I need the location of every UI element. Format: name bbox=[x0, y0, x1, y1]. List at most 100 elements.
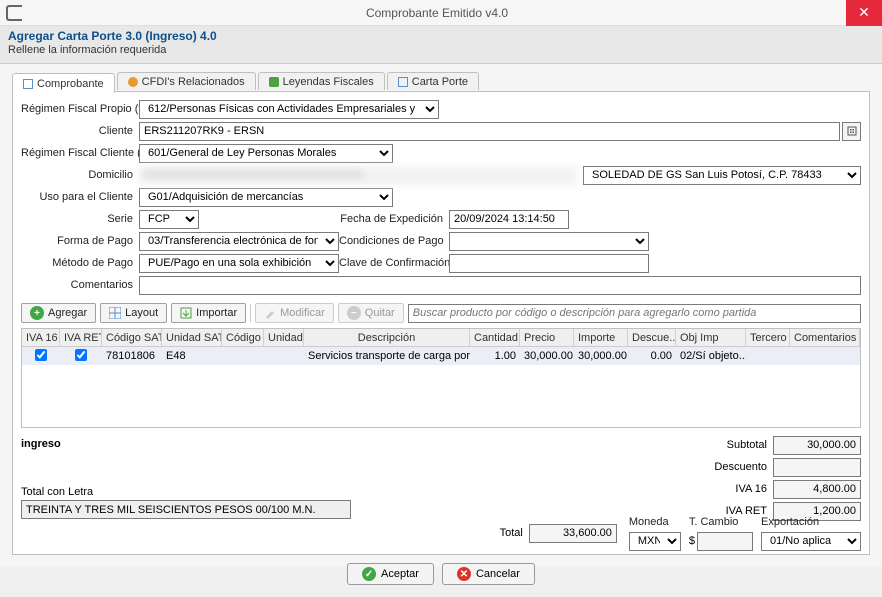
doc-icon bbox=[23, 79, 33, 89]
label-forma-pago: Forma de Pago bbox=[21, 235, 139, 247]
serie-select[interactable]: FCP bbox=[139, 210, 199, 229]
form-title: Agregar Carta Porte 3.0 (Ingreso) 4.0 bbox=[8, 29, 874, 43]
cell-codigo-sat: 78101806 bbox=[102, 349, 162, 363]
header-unidad[interactable]: Unidad bbox=[264, 329, 304, 346]
edit-icon bbox=[264, 307, 276, 319]
header-obj-imp[interactable]: Obj Imp bbox=[676, 329, 746, 346]
header-comentarios[interactable]: Comentarios bbox=[790, 329, 860, 346]
header-precio[interactable]: Precio bbox=[520, 329, 574, 346]
link-icon bbox=[128, 77, 138, 87]
modificar-button: Modificar bbox=[255, 303, 334, 323]
leaf-icon bbox=[269, 77, 279, 87]
cell-codigo bbox=[222, 355, 264, 357]
label-cond-pago: Condiciones de Pago bbox=[339, 235, 449, 247]
uso-cliente-select[interactable]: G01/Adquisición de mercancías bbox=[139, 188, 393, 207]
subtotal-label: Subtotal bbox=[693, 439, 773, 451]
label-regimen-propio: Régimen Fiscal Propio (*) bbox=[21, 103, 139, 115]
window-title: Comprobante Emitido v4.0 bbox=[28, 6, 846, 20]
agregar-button[interactable]: +Agregar bbox=[21, 303, 96, 323]
label-comentarios: Comentarios bbox=[21, 279, 139, 291]
header-codigo[interactable]: Código bbox=[222, 329, 264, 346]
label-metodo-pago: Método de Pago bbox=[21, 257, 139, 269]
tcambio-input[interactable] bbox=[697, 532, 753, 551]
total-letra-label: Total con Letra bbox=[21, 486, 351, 498]
tab-strip: Comprobante CFDI's Relacionados Leyendas… bbox=[12, 72, 870, 92]
cell-obj-imp: 02/Sí objeto... bbox=[676, 349, 746, 363]
cell-descuento: 0.00 bbox=[628, 349, 676, 363]
regimen-propio-select[interactable]: 612/Personas Físicas con Actividades Emp… bbox=[139, 100, 439, 119]
tab-comprobante[interactable]: Comprobante bbox=[12, 73, 115, 93]
close-button[interactable]: ✕ bbox=[846, 0, 882, 26]
header-tercero[interactable]: Tercero bbox=[746, 329, 790, 346]
cell-unidad-sat: E48 bbox=[162, 349, 222, 363]
x-icon: ✕ bbox=[457, 567, 471, 581]
label-uso-cliente: Uso para el Cliente bbox=[21, 191, 139, 203]
moneda-select[interactable]: MXN bbox=[629, 532, 681, 551]
check-icon: ✓ bbox=[362, 567, 376, 581]
quitar-button: −Quitar bbox=[338, 303, 404, 323]
header-codigo-sat[interactable]: Código SAT bbox=[102, 329, 162, 346]
form-header: Agregar Carta Porte 3.0 (Ingreso) 4.0 Re… bbox=[0, 26, 882, 64]
cell-importe: 30,000.00 bbox=[574, 349, 628, 363]
iva16-value bbox=[773, 480, 861, 499]
items-grid: IVA 16 IVA RET Código SAT Unidad SAT Cód… bbox=[21, 328, 861, 428]
total-value bbox=[529, 524, 617, 543]
doc-icon bbox=[398, 77, 408, 87]
cond-pago-select[interactable] bbox=[449, 232, 649, 251]
regimen-cliente-select[interactable]: 601/General de Ley Personas Morales bbox=[139, 144, 393, 163]
descuento-label: Descuento bbox=[693, 461, 773, 473]
title-bar: Comprobante Emitido v4.0 ✕ bbox=[0, 0, 882, 26]
export-select[interactable]: 01/No aplica bbox=[761, 532, 861, 551]
comentarios-input[interactable] bbox=[139, 276, 861, 295]
header-ivaret[interactable]: IVA RET bbox=[60, 329, 102, 346]
layout-icon bbox=[109, 307, 121, 319]
cliente-search-button[interactable] bbox=[842, 122, 861, 141]
header-cantidad[interactable]: Cantidad bbox=[470, 329, 520, 346]
layout-button[interactable]: Layout bbox=[100, 303, 167, 323]
search-input[interactable] bbox=[408, 304, 861, 323]
table-row[interactable]: 78101806 E48 Servicios transporte de car… bbox=[22, 347, 860, 365]
label-cliente: Cliente bbox=[21, 125, 139, 137]
aceptar-button[interactable]: ✓Aceptar bbox=[347, 563, 434, 585]
cell-precio: 30,000.00 bbox=[520, 349, 574, 363]
subtotal-value bbox=[773, 436, 861, 455]
cell-cantidad: 1.00 bbox=[470, 349, 520, 363]
plus-icon: + bbox=[30, 306, 44, 320]
cell-comentarios bbox=[790, 355, 860, 357]
building-icon bbox=[846, 125, 858, 137]
descuento-value bbox=[773, 458, 861, 477]
minus-icon: − bbox=[347, 306, 361, 320]
tab-carta-porte[interactable]: Carta Porte bbox=[387, 72, 479, 90]
metodo-pago-select[interactable]: PUE/Pago en una sola exhibición bbox=[139, 254, 339, 273]
total-label: Total bbox=[449, 527, 529, 539]
clave-conf-input[interactable] bbox=[449, 254, 649, 273]
export-label: Exportación bbox=[761, 516, 861, 528]
tab-cfdis[interactable]: CFDI's Relacionados bbox=[117, 72, 256, 90]
total-letra-value bbox=[21, 500, 351, 519]
fecha-exp-input[interactable] bbox=[449, 210, 569, 229]
cell-unidad bbox=[264, 355, 304, 357]
domicilio-select[interactable]: SOLEDAD DE GS San Luis Potosí, C.P. 7843… bbox=[583, 166, 861, 185]
label-domicilio: Domicilio bbox=[21, 169, 139, 181]
importar-button[interactable]: Importar bbox=[171, 303, 246, 323]
header-unidad-sat[interactable]: Unidad SAT bbox=[162, 329, 222, 346]
import-icon bbox=[180, 307, 192, 319]
iva16-label: IVA 16 bbox=[693, 483, 773, 495]
header-iva16[interactable]: IVA 16 bbox=[22, 329, 60, 346]
row-ivaret-check[interactable] bbox=[75, 349, 87, 361]
row-iva16-check[interactable] bbox=[35, 349, 47, 361]
header-descripcion[interactable]: Descripción bbox=[304, 329, 470, 346]
app-icon bbox=[6, 5, 22, 21]
cancelar-button[interactable]: ✕Cancelar bbox=[442, 563, 535, 585]
tab-leyendas[interactable]: Leyendas Fiscales bbox=[258, 72, 385, 90]
label-serie: Serie bbox=[21, 213, 139, 225]
ingreso-label: ingreso bbox=[21, 438, 351, 450]
tcambio-prefix: $ bbox=[689, 535, 695, 547]
domicilio-redacted: XXXXXXXXXXXXXXXXXXXXXXXXXXXXXX bbox=[139, 166, 577, 185]
forma-pago-select[interactable]: 03/Transferencia electrónica de fondos bbox=[139, 232, 339, 251]
cliente-input[interactable] bbox=[139, 122, 840, 141]
header-importe[interactable]: Importe bbox=[574, 329, 628, 346]
header-descuento[interactable]: Descue... bbox=[628, 329, 676, 346]
cell-descripcion: Servicios transporte de carga por carret… bbox=[304, 349, 470, 363]
label-fecha-exp: Fecha de Expedición bbox=[199, 213, 449, 225]
